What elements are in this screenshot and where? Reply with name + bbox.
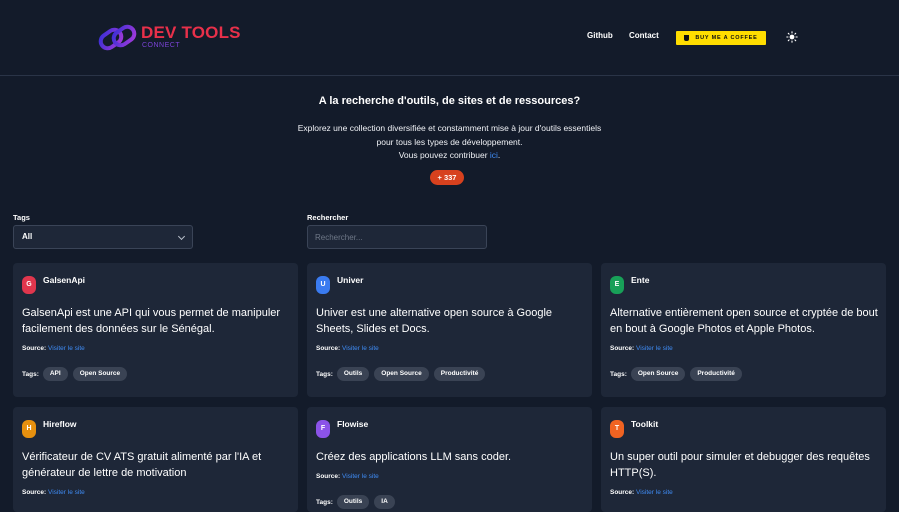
tag-chip[interactable]: IA (374, 495, 395, 509)
source-label: Source: (316, 345, 341, 352)
tool-description: Vérificateur de CV ATS gratuit alimenté … (22, 451, 262, 479)
tool-name: Flowise (337, 419, 369, 429)
tool-source: Source: Visiter le site (316, 345, 379, 352)
source-label: Source: (316, 473, 341, 480)
tool-tags: Tags: Outils Open Source Productivité (316, 367, 490, 381)
tool-card[interactable]: E Ente Alternative entièrement open sour… (601, 263, 886, 397)
tool-description: Un super outil pour simuler et debugger … (610, 451, 870, 479)
tool-tags: Tags: API Open Source (22, 367, 132, 381)
tool-source: Source: Visiter le site (22, 345, 85, 352)
source-label: Source: (22, 345, 47, 352)
visit-site-link[interactable]: Visiter le site (342, 345, 379, 352)
tags-label: Tags: (22, 370, 39, 378)
visit-site-link[interactable]: Visiter le site (342, 473, 379, 480)
tool-card[interactable]: U Univer Univer est une alternative open… (307, 263, 592, 397)
search-label: Rechercher (307, 213, 349, 222)
tool-name: Hireflow (43, 419, 77, 429)
tool-avatar: E (610, 276, 624, 294)
search-input[interactable] (307, 225, 487, 249)
tool-avatar: H (22, 420, 36, 438)
brand-title: DEV TOOLS (141, 23, 241, 42)
tool-card[interactable]: G GalsenApi GalsenApi est une API qui vo… (13, 263, 298, 397)
link-chain-icon (98, 24, 137, 51)
tool-description: GalsenApi est une API qui vous permet de… (22, 307, 281, 335)
tool-name: Toolkit (631, 419, 659, 429)
tool-name: Ente (631, 275, 650, 285)
tags-select[interactable]: All (13, 225, 193, 249)
tool-avatar: F (316, 420, 330, 438)
tags-label: Tags: (610, 370, 627, 378)
nav-github-link[interactable]: Github (587, 31, 613, 40)
tool-tags: Tags: Outils IA (316, 495, 400, 509)
nav-contact-link[interactable]: Contact (629, 31, 659, 40)
tag-chip[interactable]: Outils (336, 495, 370, 509)
tag-chip[interactable]: Productivité (433, 367, 486, 381)
tag-chip[interactable]: Productivité (690, 367, 742, 381)
buy-me-a-coffee-button[interactable]: BUY ME A COFFEE (676, 31, 766, 45)
tool-source: Source: Visiter le site (610, 489, 673, 496)
sun-icon[interactable] (786, 31, 798, 43)
tool-card[interactable]: H Hireflow Vérificateur de CV ATS gratui… (13, 407, 298, 512)
tag-chip[interactable]: Open Source (374, 367, 429, 381)
tool-tags: Tags: Open Source Productivité (610, 367, 747, 381)
tags-label: Tags: (316, 370, 333, 378)
source-label: Source: (610, 489, 635, 496)
logo[interactable]: DEV TOOLS CONNECT (98, 20, 241, 56)
tools-count-badge: + 337 (430, 170, 464, 185)
tool-description: Alternative entièrement open source et c… (610, 307, 878, 335)
tool-source: Source: Visiter le site (22, 489, 85, 496)
contribute-link[interactable]: ici (490, 150, 498, 160)
visit-site-link[interactable]: Visiter le site (48, 345, 85, 352)
tool-description: Univer est une alternative open source à… (316, 307, 553, 335)
tool-source: Source: Visiter le site (610, 345, 673, 352)
tool-name: Univer (337, 275, 364, 285)
hero-description: Explorez une collection diversifiée et c… (0, 122, 899, 163)
source-label: Source: (610, 345, 635, 352)
visit-site-link[interactable]: Visiter le site (636, 345, 673, 352)
tool-name: GalsenApi (43, 275, 86, 285)
source-label: Source: (22, 489, 47, 496)
tool-avatar: G (22, 276, 36, 294)
brand-subtitle: CONNECT (142, 42, 181, 49)
visit-site-link[interactable]: Visiter le site (48, 489, 85, 496)
visit-site-link[interactable]: Visiter le site (636, 489, 673, 496)
coffee-button-label: BUY ME A COFFEE (695, 35, 758, 41)
tool-avatar: U (316, 276, 330, 294)
coffee-cup-icon (684, 35, 690, 41)
tag-chip[interactable]: Outils (336, 367, 370, 381)
chevron-down-icon (177, 232, 186, 241)
contribute-text: Vous pouvez contribuer (398, 150, 490, 160)
hero-title: A la recherche d'outils, de sites et de … (318, 95, 581, 107)
hero-line-3: Vous pouvez contribuer ici. (0, 149, 899, 163)
tool-avatar: T (610, 420, 624, 438)
header: DEV TOOLS CONNECT Github Contact BUY ME … (0, 0, 899, 76)
contribute-period: . (497, 150, 501, 160)
tag-chip[interactable]: Open Source (630, 367, 686, 381)
tool-description: Créez des applications LLM sans coder. (316, 451, 512, 463)
tags-filter-label: Tags (13, 213, 30, 222)
tags-label: Tags: (316, 498, 333, 506)
tag-chip[interactable]: Open Source (72, 367, 128, 381)
hero-line-2: pour tous les types de développement. (376, 136, 523, 147)
tool-card[interactable]: T Toolkit Un super outil pour simuler et… (601, 407, 886, 512)
hero-line-1: Explorez une collection diversifiée et c… (297, 123, 602, 133)
tag-chip[interactable]: API (42, 367, 68, 381)
tool-source: Source: Visiter le site (316, 473, 379, 480)
tool-card[interactable]: F Flowise Créez des applications LLM san… (307, 407, 592, 512)
tags-select-value: All (22, 232, 33, 241)
